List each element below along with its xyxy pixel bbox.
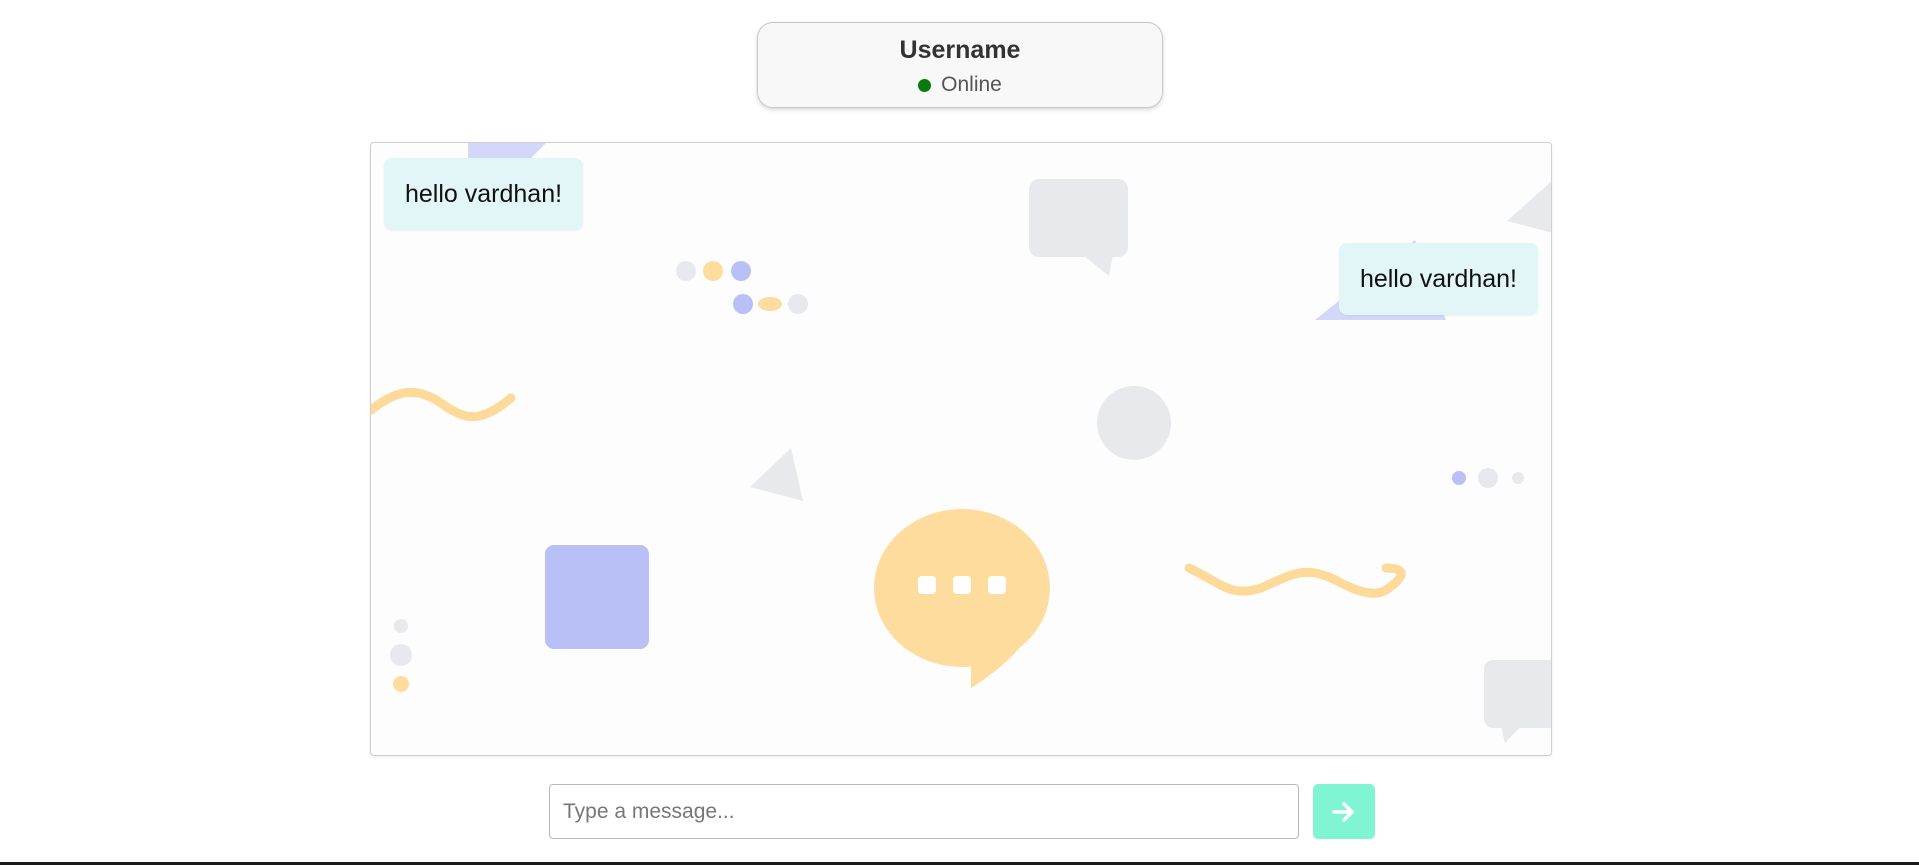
username: Username (899, 36, 1021, 64)
arrow-right-icon (1332, 801, 1354, 822)
message-bubble-sent: hello vardhan! (1338, 243, 1538, 315)
status-label: Online (941, 73, 1002, 96)
presence-status: Online (758, 73, 1162, 97)
send-button[interactable] (1313, 784, 1375, 839)
chat-header: Username Online (757, 22, 1163, 108)
chat-background-pattern (371, 143, 1551, 743)
message-bubble-received: hello vardhan! (384, 158, 584, 230)
online-dot-icon (918, 78, 932, 92)
message-input[interactable] (549, 784, 1299, 839)
chat-messages-area[interactable]: hello vardhan! hello vardhan! (370, 142, 1552, 756)
